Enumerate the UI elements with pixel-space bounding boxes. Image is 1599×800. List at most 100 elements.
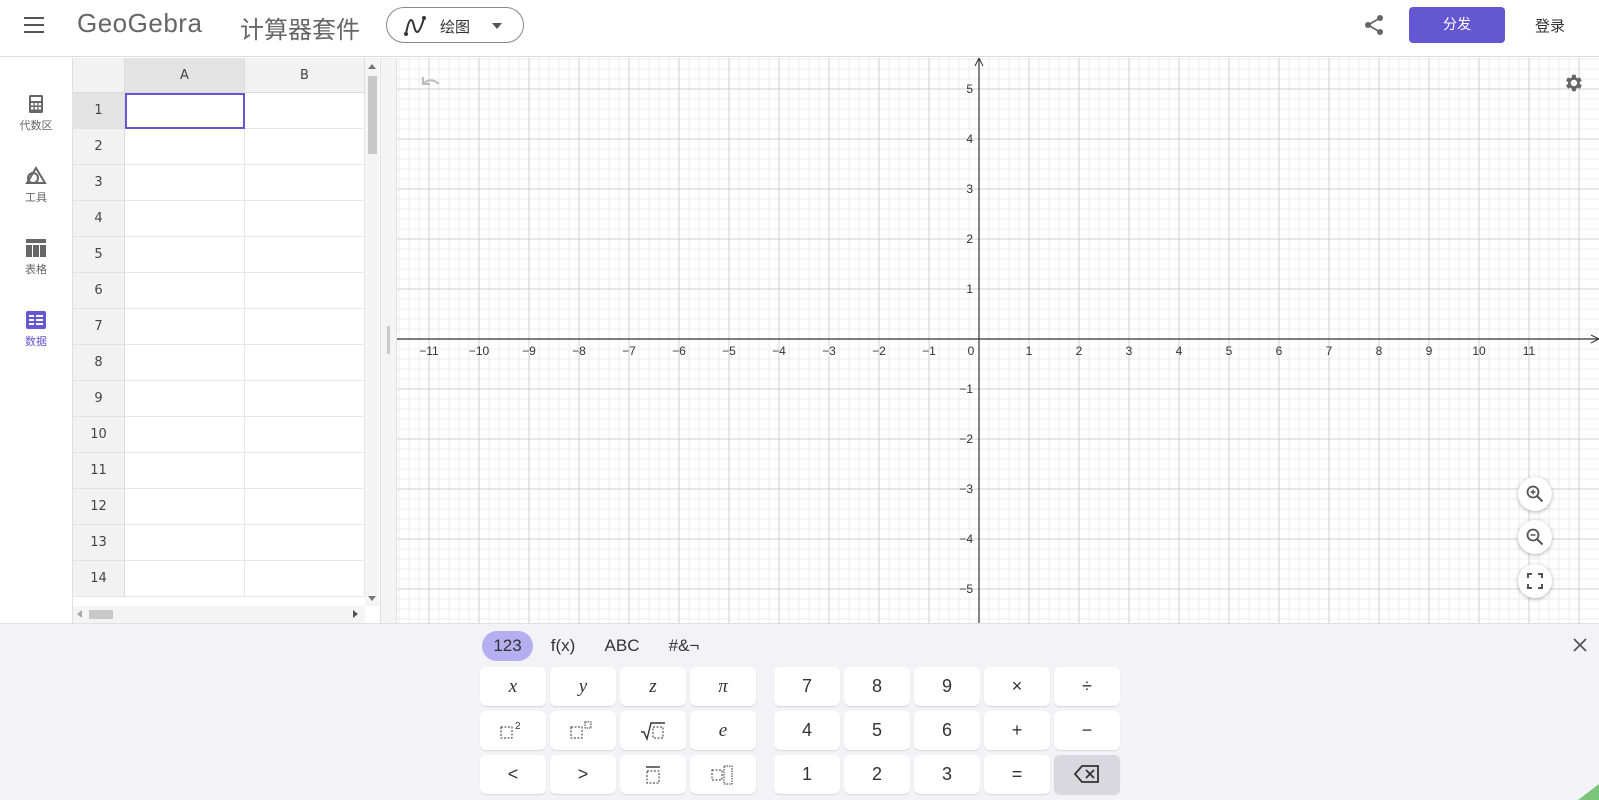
keyboard-tab-abc[interactable]: ABC	[598, 631, 646, 661]
key-less-than[interactable]: <	[480, 755, 546, 794]
app-picker-dropdown[interactable]: 绘图	[386, 7, 524, 43]
divider-grip[interactable]	[387, 326, 390, 354]
key-y[interactable]: y	[550, 667, 616, 706]
key-minus[interactable]: −	[1054, 711, 1120, 750]
key-abs[interactable]	[620, 755, 686, 794]
key-z[interactable]: z	[620, 667, 686, 706]
key-e[interactable]: e	[690, 711, 756, 750]
key-plus[interactable]: +	[984, 711, 1050, 750]
key-6[interactable]: 6	[914, 711, 980, 750]
close-icon[interactable]	[1571, 636, 1589, 654]
graphics-view[interactable]: −11 −10 −9 −8 −7 −6 −5 −4 −3 −2 −1 0 1 2 3 4 5 6 7 8 9 10 11 5 4…	[397, 58, 1599, 623]
row-header-7[interactable]: 7	[73, 309, 125, 345]
row-header-9[interactable]: 9	[73, 381, 125, 417]
horizontal-scroll-thumb[interactable]	[89, 610, 113, 619]
cell-b13[interactable]	[245, 525, 365, 561]
key-power[interactable]	[550, 711, 616, 750]
share-icon[interactable]	[1362, 13, 1386, 37]
key-5[interactable]: 5	[844, 711, 910, 750]
nav-item-data[interactable]: 数据	[0, 310, 72, 370]
key-greater-than[interactable]: >	[550, 755, 616, 794]
keyboard-tab-functions[interactable]: f(x)	[543, 631, 583, 661]
row-header-2[interactable]: 2	[73, 129, 125, 165]
cell-b8[interactable]	[245, 345, 365, 381]
panel-divider[interactable]	[380, 58, 397, 623]
cell-b11[interactable]	[245, 453, 365, 489]
cell-a13[interactable]	[125, 525, 245, 561]
cell-a5[interactable]	[125, 237, 245, 273]
key-9[interactable]: 9	[914, 667, 980, 706]
cell-b10[interactable]	[245, 417, 365, 453]
fullscreen-button[interactable]	[1518, 564, 1552, 598]
login-button[interactable]: 登录	[1535, 15, 1565, 36]
key-8[interactable]: 8	[844, 667, 910, 706]
cell-a4[interactable]	[125, 201, 245, 237]
cell-a10[interactable]	[125, 417, 245, 453]
key-1[interactable]: 1	[774, 755, 840, 794]
row-header-3[interactable]: 3	[73, 165, 125, 201]
cell-b2[interactable]	[245, 129, 365, 165]
nav-item-tools[interactable]: 工具	[0, 166, 72, 226]
nav-item-algebra[interactable]: 代数区	[0, 94, 72, 154]
column-header-a[interactable]: A	[125, 58, 245, 93]
row-header-6[interactable]: 6	[73, 273, 125, 309]
key-backspace[interactable]	[1054, 755, 1120, 794]
key-x[interactable]: x	[480, 667, 546, 706]
cell-b14[interactable]	[245, 561, 365, 597]
cell-b4[interactable]	[245, 201, 365, 237]
coordinate-grid[interactable]: −11 −10 −9 −8 −7 −6 −5 −4 −3 −2 −1 0 1 2 3 4 5 6 7 8 9 10 1154…	[397, 58, 1599, 623]
cell-b5[interactable]	[245, 237, 365, 273]
cell-b6[interactable]	[245, 273, 365, 309]
keyboard-tab-123[interactable]: 123	[482, 631, 533, 661]
cell-a8[interactable]	[125, 345, 245, 381]
key-4[interactable]: 4	[774, 711, 840, 750]
nav-item-table[interactable]: 表格	[0, 238, 72, 298]
cell-a3[interactable]	[125, 165, 245, 201]
menu-icon[interactable]	[24, 16, 46, 34]
key-multiply[interactable]: ×	[984, 667, 1050, 706]
key-equals[interactable]: =	[984, 755, 1050, 794]
cell-a12[interactable]	[125, 489, 245, 525]
gear-icon[interactable]	[1562, 72, 1584, 94]
row-header-11[interactable]: 11	[73, 453, 125, 489]
cell-a6[interactable]	[125, 273, 245, 309]
row-header-13[interactable]: 13	[73, 525, 125, 561]
cell-a11[interactable]	[125, 453, 245, 489]
scroll-down-arrow-icon[interactable]	[368, 596, 376, 601]
zoom-in-button[interactable]	[1518, 477, 1552, 511]
vertical-scroll-thumb[interactable]	[368, 76, 377, 154]
row-header-12[interactable]: 12	[73, 489, 125, 525]
cell-a7[interactable]	[125, 309, 245, 345]
row-header-5[interactable]: 5	[73, 237, 125, 273]
key-2[interactable]: 2	[844, 755, 910, 794]
key-subscript[interactable]	[690, 755, 756, 794]
key-pi[interactable]: π	[690, 667, 756, 706]
row-header-4[interactable]: 4	[73, 201, 125, 237]
key-square[interactable]: 2	[480, 711, 546, 750]
row-header-10[interactable]: 10	[73, 417, 125, 453]
scroll-right-arrow-icon[interactable]	[353, 610, 358, 618]
cell-b7[interactable]	[245, 309, 365, 345]
key-divide[interactable]: ÷	[1054, 667, 1120, 706]
scroll-up-arrow-icon[interactable]	[368, 64, 376, 69]
cell-a2[interactable]	[125, 129, 245, 165]
row-header-8[interactable]: 8	[73, 345, 125, 381]
key-sqrt[interactable]	[620, 711, 686, 750]
cell-b12[interactable]	[245, 489, 365, 525]
key-7[interactable]: 7	[774, 667, 840, 706]
keyboard-tab-symbols[interactable]: #&¬	[661, 631, 707, 661]
vertical-scrollbar[interactable]	[365, 58, 379, 606]
zoom-out-button[interactable]	[1518, 520, 1552, 554]
scroll-left-arrow-icon[interactable]	[77, 610, 82, 618]
column-header-b[interactable]: B	[245, 58, 365, 93]
key-3[interactable]: 3	[914, 755, 980, 794]
cell-a1[interactable]	[125, 93, 245, 129]
cell-a14[interactable]	[125, 561, 245, 597]
row-header-14[interactable]: 14	[73, 561, 125, 597]
cell-a9[interactable]	[125, 381, 245, 417]
cell-b9[interactable]	[245, 381, 365, 417]
cell-b3[interactable]	[245, 165, 365, 201]
publish-button[interactable]: 分发	[1409, 7, 1505, 43]
undo-icon[interactable]	[419, 74, 443, 92]
cell-b1[interactable]	[245, 93, 365, 129]
